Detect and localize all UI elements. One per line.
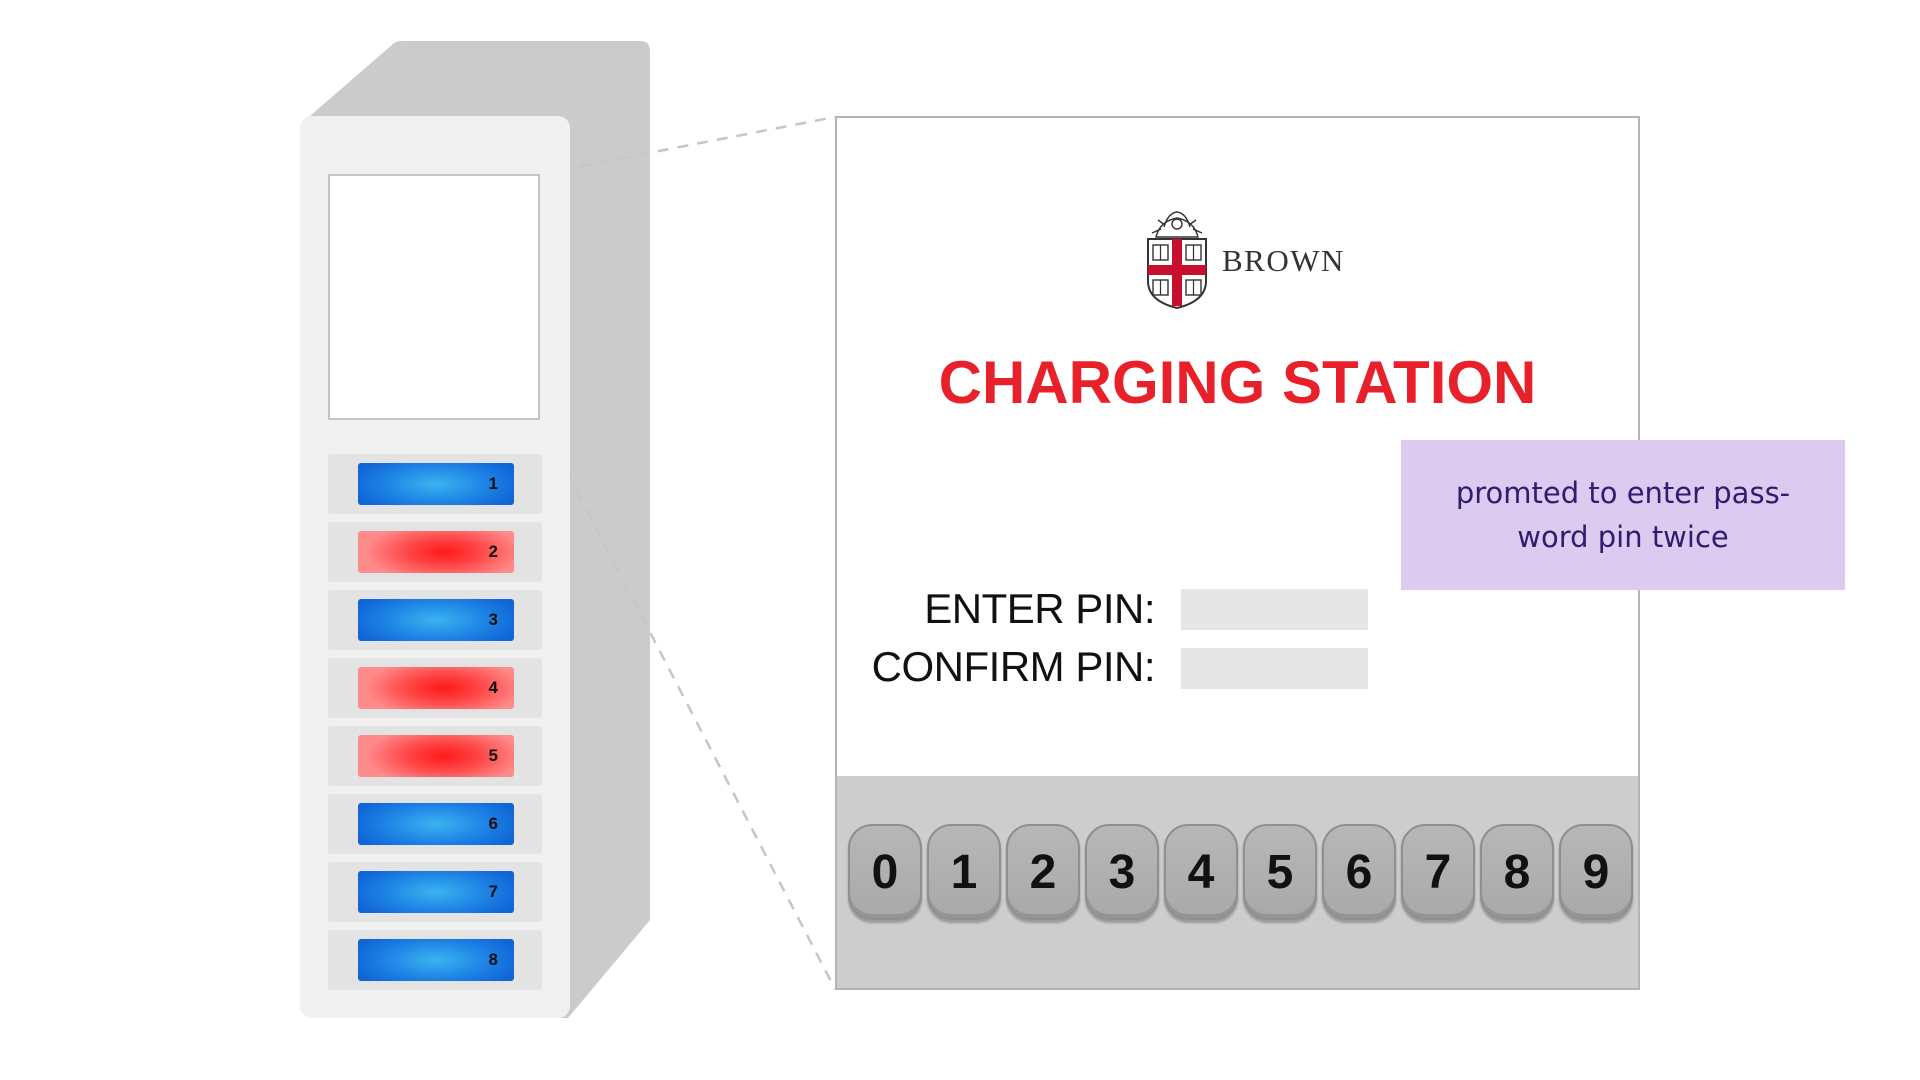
charging-slot-4[interactable]: 4 [328, 658, 542, 718]
kiosk-screen[interactable] [328, 174, 540, 420]
key-4[interactable]: 4 [1164, 824, 1238, 920]
charging-slot-7[interactable]: 7 [328, 862, 542, 922]
enter-pin-label: ENTER PIN: [924, 585, 1155, 632]
slot-indicator: 8 [358, 939, 514, 981]
slot-indicator: 4 [358, 667, 514, 709]
key-8[interactable]: 8 [1480, 824, 1554, 920]
slot-indicator: 2 [358, 531, 514, 573]
charging-slot-5[interactable]: 5 [328, 726, 542, 786]
enter-pin-field[interactable] [1181, 589, 1368, 630]
slot-indicator: 1 [358, 463, 514, 505]
slot-indicator: 3 [358, 599, 514, 641]
key-5[interactable]: 5 [1243, 824, 1317, 920]
kiosk-side-face [560, 116, 650, 1018]
kiosk-top-face [310, 41, 650, 116]
key-2[interactable]: 2 [1006, 824, 1080, 920]
confirm-pin-label: CONFIRM PIN: [871, 643, 1156, 690]
key-6[interactable]: 6 [1322, 824, 1396, 920]
confirm-pin-field[interactable] [1181, 648, 1368, 689]
charging-slot-8[interactable]: 8 [328, 930, 542, 990]
charging-slot-1[interactable]: 1 [328, 454, 542, 514]
charging-station-title: CHARGING STATION [938, 349, 1537, 416]
charging-slot-6[interactable]: 6 [328, 794, 542, 854]
slot-indicator: 6 [358, 803, 514, 845]
key-7[interactable]: 7 [1401, 824, 1475, 920]
charging-slot-2[interactable]: 2 [328, 522, 542, 582]
charging-slot-3[interactable]: 3 [328, 590, 542, 650]
key-9[interactable]: 9 [1559, 824, 1633, 920]
key-3[interactable]: 3 [1085, 824, 1159, 920]
slot-indicator: 7 [358, 871, 514, 913]
slot-indicator: 5 [358, 735, 514, 777]
key-0[interactable]: 0 [848, 824, 922, 920]
annotation-note: promted to enter pass-word pin twice [1401, 440, 1845, 590]
brown-crest-icon [1147, 211, 1207, 310]
brown-logo-text: BROWN [1222, 243, 1345, 278]
key-1[interactable]: 1 [927, 824, 1001, 920]
